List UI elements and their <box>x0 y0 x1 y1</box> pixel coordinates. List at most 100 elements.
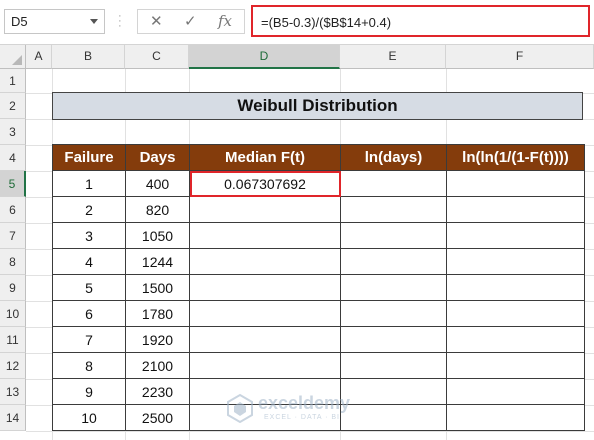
table-cell[interactable]: 2 <box>52 196 126 223</box>
column-header-b[interactable]: B <box>52 45 125 69</box>
table-cell[interactable]: 400 <box>125 170 190 197</box>
table-cell[interactable] <box>340 170 447 197</box>
row-header-11[interactable]: 11 <box>0 327 26 353</box>
name-box-value: D5 <box>11 14 28 29</box>
table-cell[interactable] <box>189 196 341 223</box>
table-cell[interactable] <box>189 248 341 275</box>
select-all-button[interactable] <box>0 45 26 69</box>
column-header-d[interactable]: D <box>189 45 340 69</box>
table-cell[interactable]: 2100 <box>125 352 190 379</box>
header-ln-days[interactable]: ln(days) <box>340 144 447 171</box>
table-cell[interactable] <box>340 222 447 249</box>
table-cell[interactable]: 4 <box>52 248 126 275</box>
table-row: 1 400 0.067307692 <box>52 170 585 197</box>
table-cell[interactable]: 6 <box>52 300 126 327</box>
table-cell[interactable]: 3 <box>52 222 126 249</box>
table-cell[interactable] <box>340 248 447 275</box>
table-cell[interactable]: 9 <box>52 378 126 405</box>
name-box[interactable]: D5 <box>4 9 105 34</box>
table-cell[interactable]: 10 <box>52 404 126 431</box>
watermark: exceldemy EXCEL · DATA · BI <box>226 391 371 427</box>
select-all-icon <box>12 55 22 65</box>
formula-text: =(B5-0.3)/($B$14+0.4) <box>261 15 392 30</box>
table-cell[interactable] <box>189 300 341 327</box>
table-row: 5 1500 <box>52 274 585 301</box>
table-cell[interactable]: 1050 <box>125 222 190 249</box>
table-cell[interactable]: 7 <box>52 326 126 353</box>
table-cell[interactable] <box>340 196 447 223</box>
close-icon[interactable]: ✕ <box>150 12 163 30</box>
column-header-e[interactable]: E <box>340 45 446 69</box>
check-icon[interactable]: ✓ <box>184 12 197 30</box>
header-median-ft[interactable]: Median F(t) <box>189 144 341 171</box>
table-cell[interactable]: 1244 <box>125 248 190 275</box>
table-cell[interactable] <box>189 352 341 379</box>
table-cell[interactable] <box>446 378 585 405</box>
table-cell[interactable] <box>446 274 585 301</box>
table-cell[interactable] <box>446 326 585 353</box>
table-cell[interactable]: 1780 <box>125 300 190 327</box>
watermark-name: exceldemy <box>258 393 351 413</box>
formula-bar: D5 · · · ✕ ✓ fx =(B5-0.3)/($B$14+0.4) <box>0 0 594 44</box>
sheet-title[interactable]: Weibull Distribution <box>52 92 583 120</box>
row-header-14[interactable]: 14 <box>0 405 26 431</box>
row-header-1[interactable]: 1 <box>0 69 26 93</box>
column-header-f[interactable]: F <box>446 45 594 69</box>
active-cell-d5[interactable]: 0.067307692 <box>189 170 341 197</box>
table-cell[interactable] <box>189 274 341 301</box>
column-header-c[interactable]: C <box>125 45 189 69</box>
table-row: 7 1920 <box>52 326 585 353</box>
table-cell[interactable]: 2500 <box>125 404 190 431</box>
row-header-9[interactable]: 9 <box>0 275 26 301</box>
table-cell[interactable]: 2230 <box>125 378 190 405</box>
table-cell[interactable] <box>446 404 585 431</box>
table-cell[interactable] <box>446 222 585 249</box>
table-cell[interactable]: 1920 <box>125 326 190 353</box>
table-cell[interactable] <box>446 248 585 275</box>
table-cell[interactable] <box>446 196 585 223</box>
table-cell[interactable]: 820 <box>125 196 190 223</box>
table-cell[interactable]: 1 <box>52 170 126 197</box>
table-cell[interactable] <box>446 300 585 327</box>
drag-handle-icon[interactable]: · · · <box>118 11 122 32</box>
table-cell[interactable]: 1500 <box>125 274 190 301</box>
table-cell[interactable]: 5 <box>52 274 126 301</box>
row-header-5[interactable]: 5 <box>0 171 26 197</box>
column-header-a[interactable]: A <box>26 45 52 69</box>
row-header-12[interactable]: 12 <box>0 353 26 379</box>
table-header-row: Failure Days Median F(t) ln(days) ln(ln(… <box>52 144 585 171</box>
row-header-7[interactable]: 7 <box>0 223 26 249</box>
table-cell[interactable] <box>340 352 447 379</box>
row-header-8[interactable]: 8 <box>0 249 26 275</box>
row-header-10[interactable]: 10 <box>0 301 26 327</box>
table-cell[interactable] <box>189 326 341 353</box>
watermark-tagline: EXCEL · DATA · BI <box>264 414 340 421</box>
row-header-13[interactable]: 13 <box>0 379 26 405</box>
table-cell[interactable] <box>446 352 585 379</box>
table-row: 8 2100 <box>52 352 585 379</box>
table-row: 6 1780 <box>52 300 585 327</box>
header-ln-ln[interactable]: ln(ln(1/(1-F(t)))) <box>446 144 585 171</box>
table-cell[interactable] <box>340 274 447 301</box>
table-cell[interactable] <box>189 222 341 249</box>
table-cell[interactable] <box>340 300 447 327</box>
row-header-6[interactable]: 6 <box>0 197 26 223</box>
weibull-table: Failure Days Median F(t) ln(days) ln(ln(… <box>52 144 585 431</box>
insert-function-icon[interactable]: fx <box>218 12 232 30</box>
row-header-3[interactable]: 3 <box>0 119 26 145</box>
exceldemy-logo-icon <box>227 393 253 423</box>
table-cell[interactable]: 8 <box>52 352 126 379</box>
header-days[interactable]: Days <box>125 144 190 171</box>
formula-input[interactable]: =(B5-0.3)/($B$14+0.4) <box>251 5 590 37</box>
row-header-4[interactable]: 4 <box>0 145 26 171</box>
table-row: 2 820 <box>52 196 585 223</box>
formula-buttons: ✕ ✓ fx <box>137 9 245 34</box>
row-header-2[interactable]: 2 <box>0 93 26 119</box>
table-row: 3 1050 <box>52 222 585 249</box>
table-cell[interactable] <box>446 170 585 197</box>
header-failure[interactable]: Failure <box>52 144 126 171</box>
chevron-down-icon[interactable] <box>90 19 98 24</box>
table-row: 4 1244 <box>52 248 585 275</box>
gridline <box>26 431 594 432</box>
table-cell[interactable] <box>340 326 447 353</box>
